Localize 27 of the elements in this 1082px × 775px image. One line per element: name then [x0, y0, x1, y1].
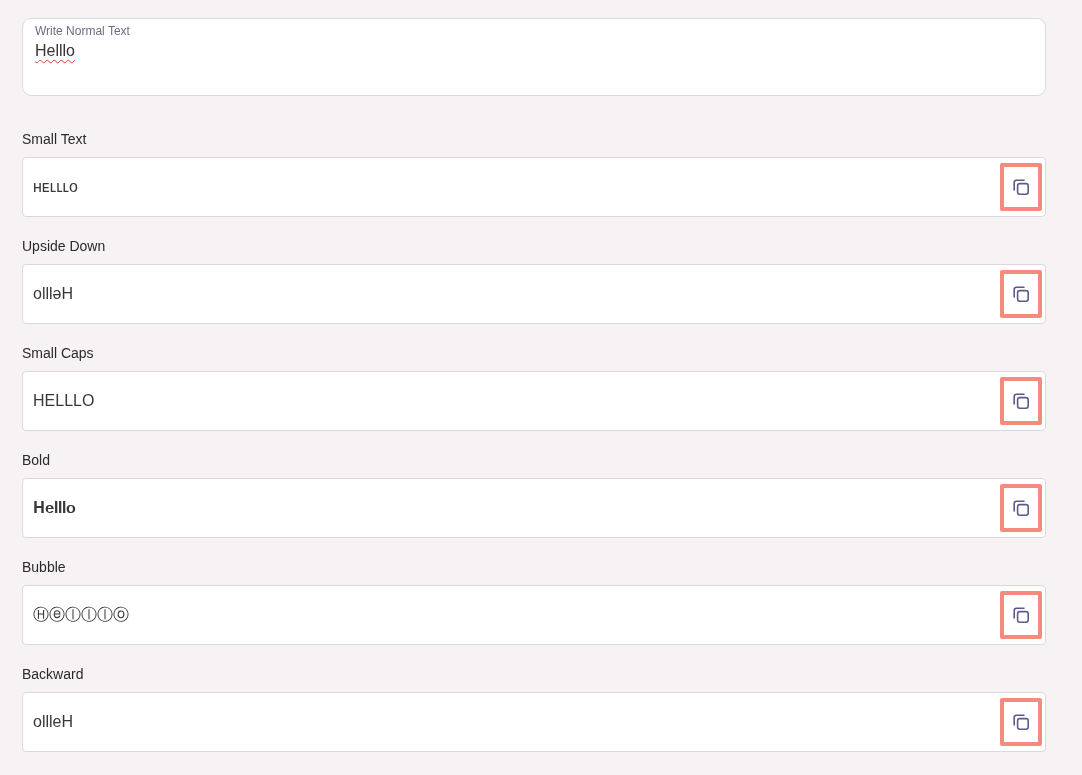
field-value: Helllo	[35, 41, 75, 61]
copy-button[interactable]	[1000, 377, 1042, 425]
copy-icon	[1011, 284, 1031, 304]
copy-icon	[1011, 605, 1031, 625]
section-label: Backward	[22, 665, 84, 683]
section-label: Small Caps	[22, 344, 94, 362]
section-label: Bubble	[22, 558, 66, 576]
output-text: HELLLO	[33, 391, 95, 411]
output-text: ʜᴇʟʟʟᴏ	[33, 177, 78, 197]
text-input-field[interactable]: Write Normal Text Helllo	[22, 18, 1046, 96]
output-text: Ⓗⓔⓛⓛⓛⓞ	[33, 605, 129, 625]
copy-icon	[1011, 498, 1031, 518]
copy-button[interactable]	[1000, 591, 1042, 639]
copy-button[interactable]	[1000, 698, 1042, 746]
output-text: olllеH	[33, 712, 73, 732]
copy-button[interactable]	[1000, 163, 1042, 211]
output-text: 𝐇𝐞𝐥𝐥𝐥𝐨	[33, 498, 76, 518]
field-label: Write Normal Text	[35, 24, 130, 39]
section-label: Upside Down	[22, 237, 106, 255]
copy-icon	[1011, 391, 1031, 411]
section-label: Small Text	[22, 130, 87, 148]
section-label: Bold	[22, 451, 51, 469]
copy-button[interactable]	[1000, 484, 1042, 532]
output-text: olllǝH	[33, 284, 73, 304]
copy-icon	[1011, 712, 1031, 732]
copy-button[interactable]	[1000, 270, 1042, 318]
copy-icon	[1011, 177, 1031, 197]
